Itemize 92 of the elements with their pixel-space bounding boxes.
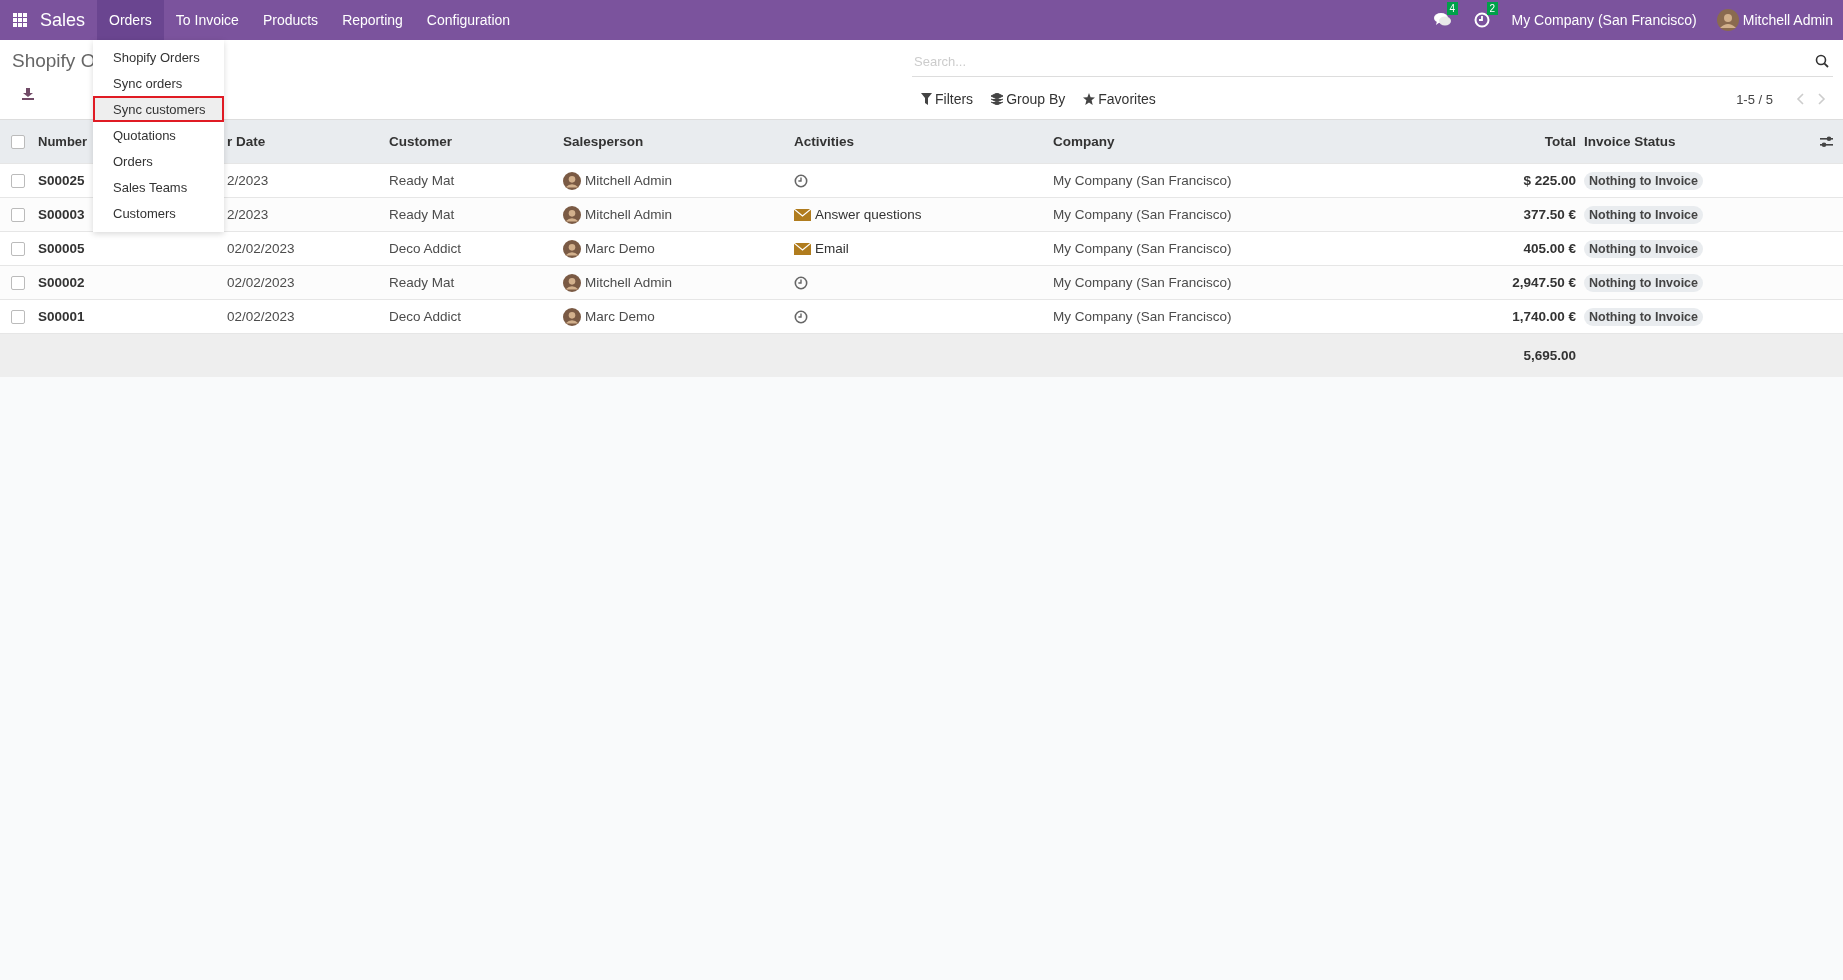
- avatar: [563, 307, 581, 326]
- menu-item[interactable]: To Invoice: [163, 0, 251, 40]
- status-badge: Nothing to Invoice: [1584, 205, 1704, 224]
- dropdown-item[interactable]: Sales Teams: [93, 174, 224, 200]
- checkbox[interactable]: [11, 241, 25, 256]
- table-cell: Mitchell Admin: [585, 173, 673, 188]
- table-cell: S00005: [38, 241, 85, 256]
- menu-item[interactable]: Orders: [97, 0, 164, 40]
- envelope-icon[interactable]: [794, 242, 811, 255]
- table-cell: My Company (San Francisco): [1053, 207, 1232, 222]
- table-cell: S00025: [38, 173, 85, 188]
- table-cell: 02/02/2023: [227, 241, 295, 256]
- clock-icon[interactable]: [794, 275, 808, 290]
- checkbox[interactable]: [11, 309, 25, 324]
- column-header[interactable]: Customer: [389, 134, 452, 149]
- download-icon[interactable]: [22, 88, 34, 100]
- status-badge: Nothing to Invoice: [1584, 307, 1704, 326]
- table-cell: 2/2023: [227, 173, 269, 188]
- checkbox[interactable]: [11, 275, 25, 290]
- funnel-icon: [921, 93, 932, 105]
- count-badge: 4: [1446, 2, 1459, 15]
- app-name[interactable]: Sales: [40, 9, 86, 31]
- table-cell: Mitchell Admin: [585, 275, 673, 290]
- clock-icon[interactable]: [794, 309, 808, 324]
- table-cell: Ready Mat: [389, 173, 455, 188]
- column-header[interactable]: Total: [1544, 134, 1576, 149]
- menu-item[interactable]: Products: [250, 0, 331, 40]
- column-header[interactable]: Number: [38, 134, 88, 149]
- table-cell: My Company (San Francisco): [1053, 241, 1232, 256]
- dropdown-item[interactable]: Sync orders: [93, 70, 224, 96]
- table-cell: My Company (San Francisco): [1053, 309, 1232, 324]
- avatar: [563, 171, 581, 190]
- dropdown-item[interactable]: Shopify Orders: [93, 44, 224, 70]
- table-cell: My Company (San Francisco): [1053, 173, 1232, 188]
- search-option[interactable]: Filters: [912, 91, 983, 107]
- count-badge: 2: [1486, 2, 1499, 15]
- search-option[interactable]: Favorites: [1074, 91, 1165, 107]
- dropdown-item[interactable]: Orders: [93, 148, 224, 174]
- activity-label[interactable]: Email: [815, 241, 849, 256]
- dropdown-item[interactable]: Customers: [93, 200, 224, 226]
- activity-label[interactable]: Answer questions: [815, 207, 922, 222]
- checkbox[interactable]: [11, 207, 25, 222]
- table-cell: 2/2023: [227, 207, 269, 222]
- sum-total: 5,695.00: [1523, 348, 1576, 363]
- checkbox[interactable]: [11, 173, 25, 188]
- dropdown-item[interactable]: Quotations: [93, 122, 224, 148]
- table-cell: Deco Addict: [389, 309, 462, 324]
- table-cell: 2,947.50 €: [1512, 275, 1576, 290]
- table-cell: 02/02/2023: [227, 309, 295, 324]
- table-cell: S00001: [38, 309, 85, 324]
- sliders-icon[interactable]: [1820, 135, 1833, 148]
- user-menu[interactable]: Mitchell Admin: [1742, 12, 1833, 28]
- table-cell: 1,740.00 €: [1512, 309, 1576, 324]
- star-icon: [1083, 93, 1096, 105]
- table-cell: My Company (San Francisco): [1053, 275, 1232, 290]
- table-cell: 02/02/2023: [227, 275, 295, 290]
- menu-item[interactable]: Configuration: [414, 0, 523, 40]
- table-cell: Marc Demo: [585, 309, 655, 324]
- column-header[interactable]: r Date: [227, 134, 266, 149]
- column-header[interactable]: Invoice Status: [1584, 134, 1676, 149]
- table-cell: Mitchell Admin: [585, 207, 673, 222]
- company-switcher[interactable]: My Company (San Francisco): [1511, 12, 1697, 28]
- dropdown-item[interactable]: Sync customers: [93, 96, 224, 122]
- envelope-icon[interactable]: [794, 208, 811, 221]
- column-header[interactable]: Activities: [794, 134, 855, 149]
- menu-item[interactable]: Reporting: [330, 0, 415, 40]
- avatar: [563, 239, 581, 258]
- table-cell: Deco Addict: [389, 241, 462, 256]
- table-cell: Marc Demo: [585, 241, 655, 256]
- table-cell: Ready Mat: [389, 275, 455, 290]
- status-badge: Nothing to Invoice: [1584, 239, 1704, 258]
- status-badge: Nothing to Invoice: [1584, 171, 1704, 190]
- clock-icon[interactable]: [794, 173, 808, 188]
- table-cell: 377.50 €: [1523, 207, 1576, 222]
- avatar[interactable]: [1716, 9, 1739, 31]
- column-header[interactable]: Salesperson: [563, 134, 644, 149]
- table-cell: Ready Mat: [389, 207, 455, 222]
- table-cell: S00003: [38, 207, 85, 222]
- layers-icon: [991, 93, 1004, 105]
- search-option[interactable]: Group By: [982, 91, 1075, 107]
- table-cell: 405.00 €: [1523, 241, 1576, 256]
- app-grid-icon[interactable]: [13, 13, 27, 27]
- avatar: [563, 273, 581, 292]
- column-header[interactable]: Company: [1053, 134, 1115, 149]
- pager-text: 1-5 / 5: [1736, 91, 1773, 107]
- status-badge: Nothing to Invoice: [1584, 273, 1704, 292]
- table-cell: S00002: [38, 275, 85, 290]
- search-icon[interactable]: [1815, 54, 1829, 68]
- avatar: [563, 205, 581, 224]
- checkbox[interactable]: [11, 134, 25, 149]
- chat-icon[interactable]: [1433, 12, 1452, 28]
- table-cell: $ 225.00: [1523, 173, 1576, 188]
